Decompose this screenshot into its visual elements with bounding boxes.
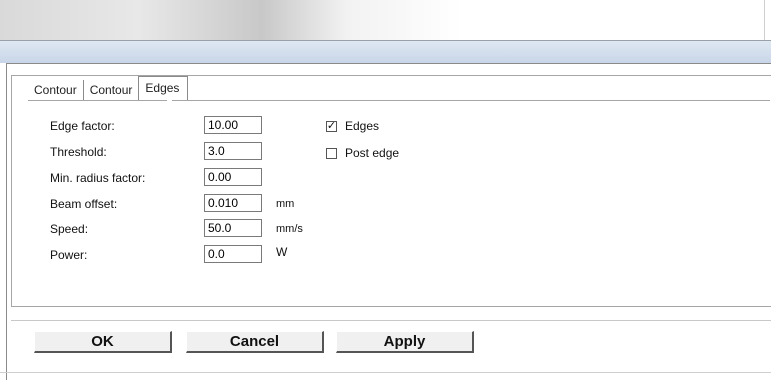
post-edge-checkbox-row[interactable]: Post edge bbox=[326, 145, 399, 161]
edges-checkbox[interactable]: ✓ bbox=[326, 120, 337, 132]
threshold-label: Threshold: bbox=[50, 145, 107, 159]
beam-offset-input[interactable] bbox=[204, 194, 262, 212]
title-bar bbox=[0, 0, 771, 41]
power-unit: W bbox=[276, 245, 288, 259]
min-radius-factor-input[interactable] bbox=[204, 168, 262, 186]
power-label: Power: bbox=[50, 248, 88, 262]
tab-panel bbox=[11, 75, 771, 307]
edge-factor-input[interactable] bbox=[204, 116, 262, 134]
tab-edges[interactable]: Edges bbox=[138, 76, 189, 100]
speed-unit: mm/s bbox=[276, 223, 303, 235]
tab-contour-1[interactable]: Contour bbox=[28, 80, 84, 100]
beam-offset-unit: mm bbox=[276, 198, 295, 210]
cancel-button[interactable]: Cancel bbox=[186, 331, 324, 353]
tab-contour-2[interactable]: Contour bbox=[84, 80, 139, 100]
post-edge-checkbox-label: Post edge bbox=[345, 146, 400, 160]
speed-input[interactable] bbox=[204, 219, 262, 237]
ok-button[interactable]: OK bbox=[34, 331, 172, 353]
threshold-input[interactable] bbox=[204, 142, 262, 160]
tab-underline-left bbox=[28, 100, 167, 101]
button-separator bbox=[11, 320, 771, 321]
tab-underline bbox=[172, 100, 770, 101]
window-frame-strip bbox=[0, 41, 771, 63]
edges-checkbox-label: Edges bbox=[345, 119, 380, 133]
tab-strip: Contour Contour Edges bbox=[28, 76, 189, 100]
power-input[interactable] bbox=[204, 245, 262, 263]
edge-factor-label: Edge factor: bbox=[50, 119, 115, 133]
apply-button[interactable]: Apply bbox=[336, 331, 474, 353]
post-edge-checkbox[interactable] bbox=[326, 147, 337, 159]
edges-checkbox-row[interactable]: ✓ Edges bbox=[326, 118, 379, 134]
beam-offset-label: Beam offset: bbox=[50, 197, 118, 211]
title-bar-edge bbox=[764, 0, 771, 40]
bottom-border bbox=[0, 372, 771, 373]
speed-label: Speed: bbox=[50, 222, 89, 236]
min-radius-factor-label: Min. radius factor: bbox=[50, 171, 146, 185]
